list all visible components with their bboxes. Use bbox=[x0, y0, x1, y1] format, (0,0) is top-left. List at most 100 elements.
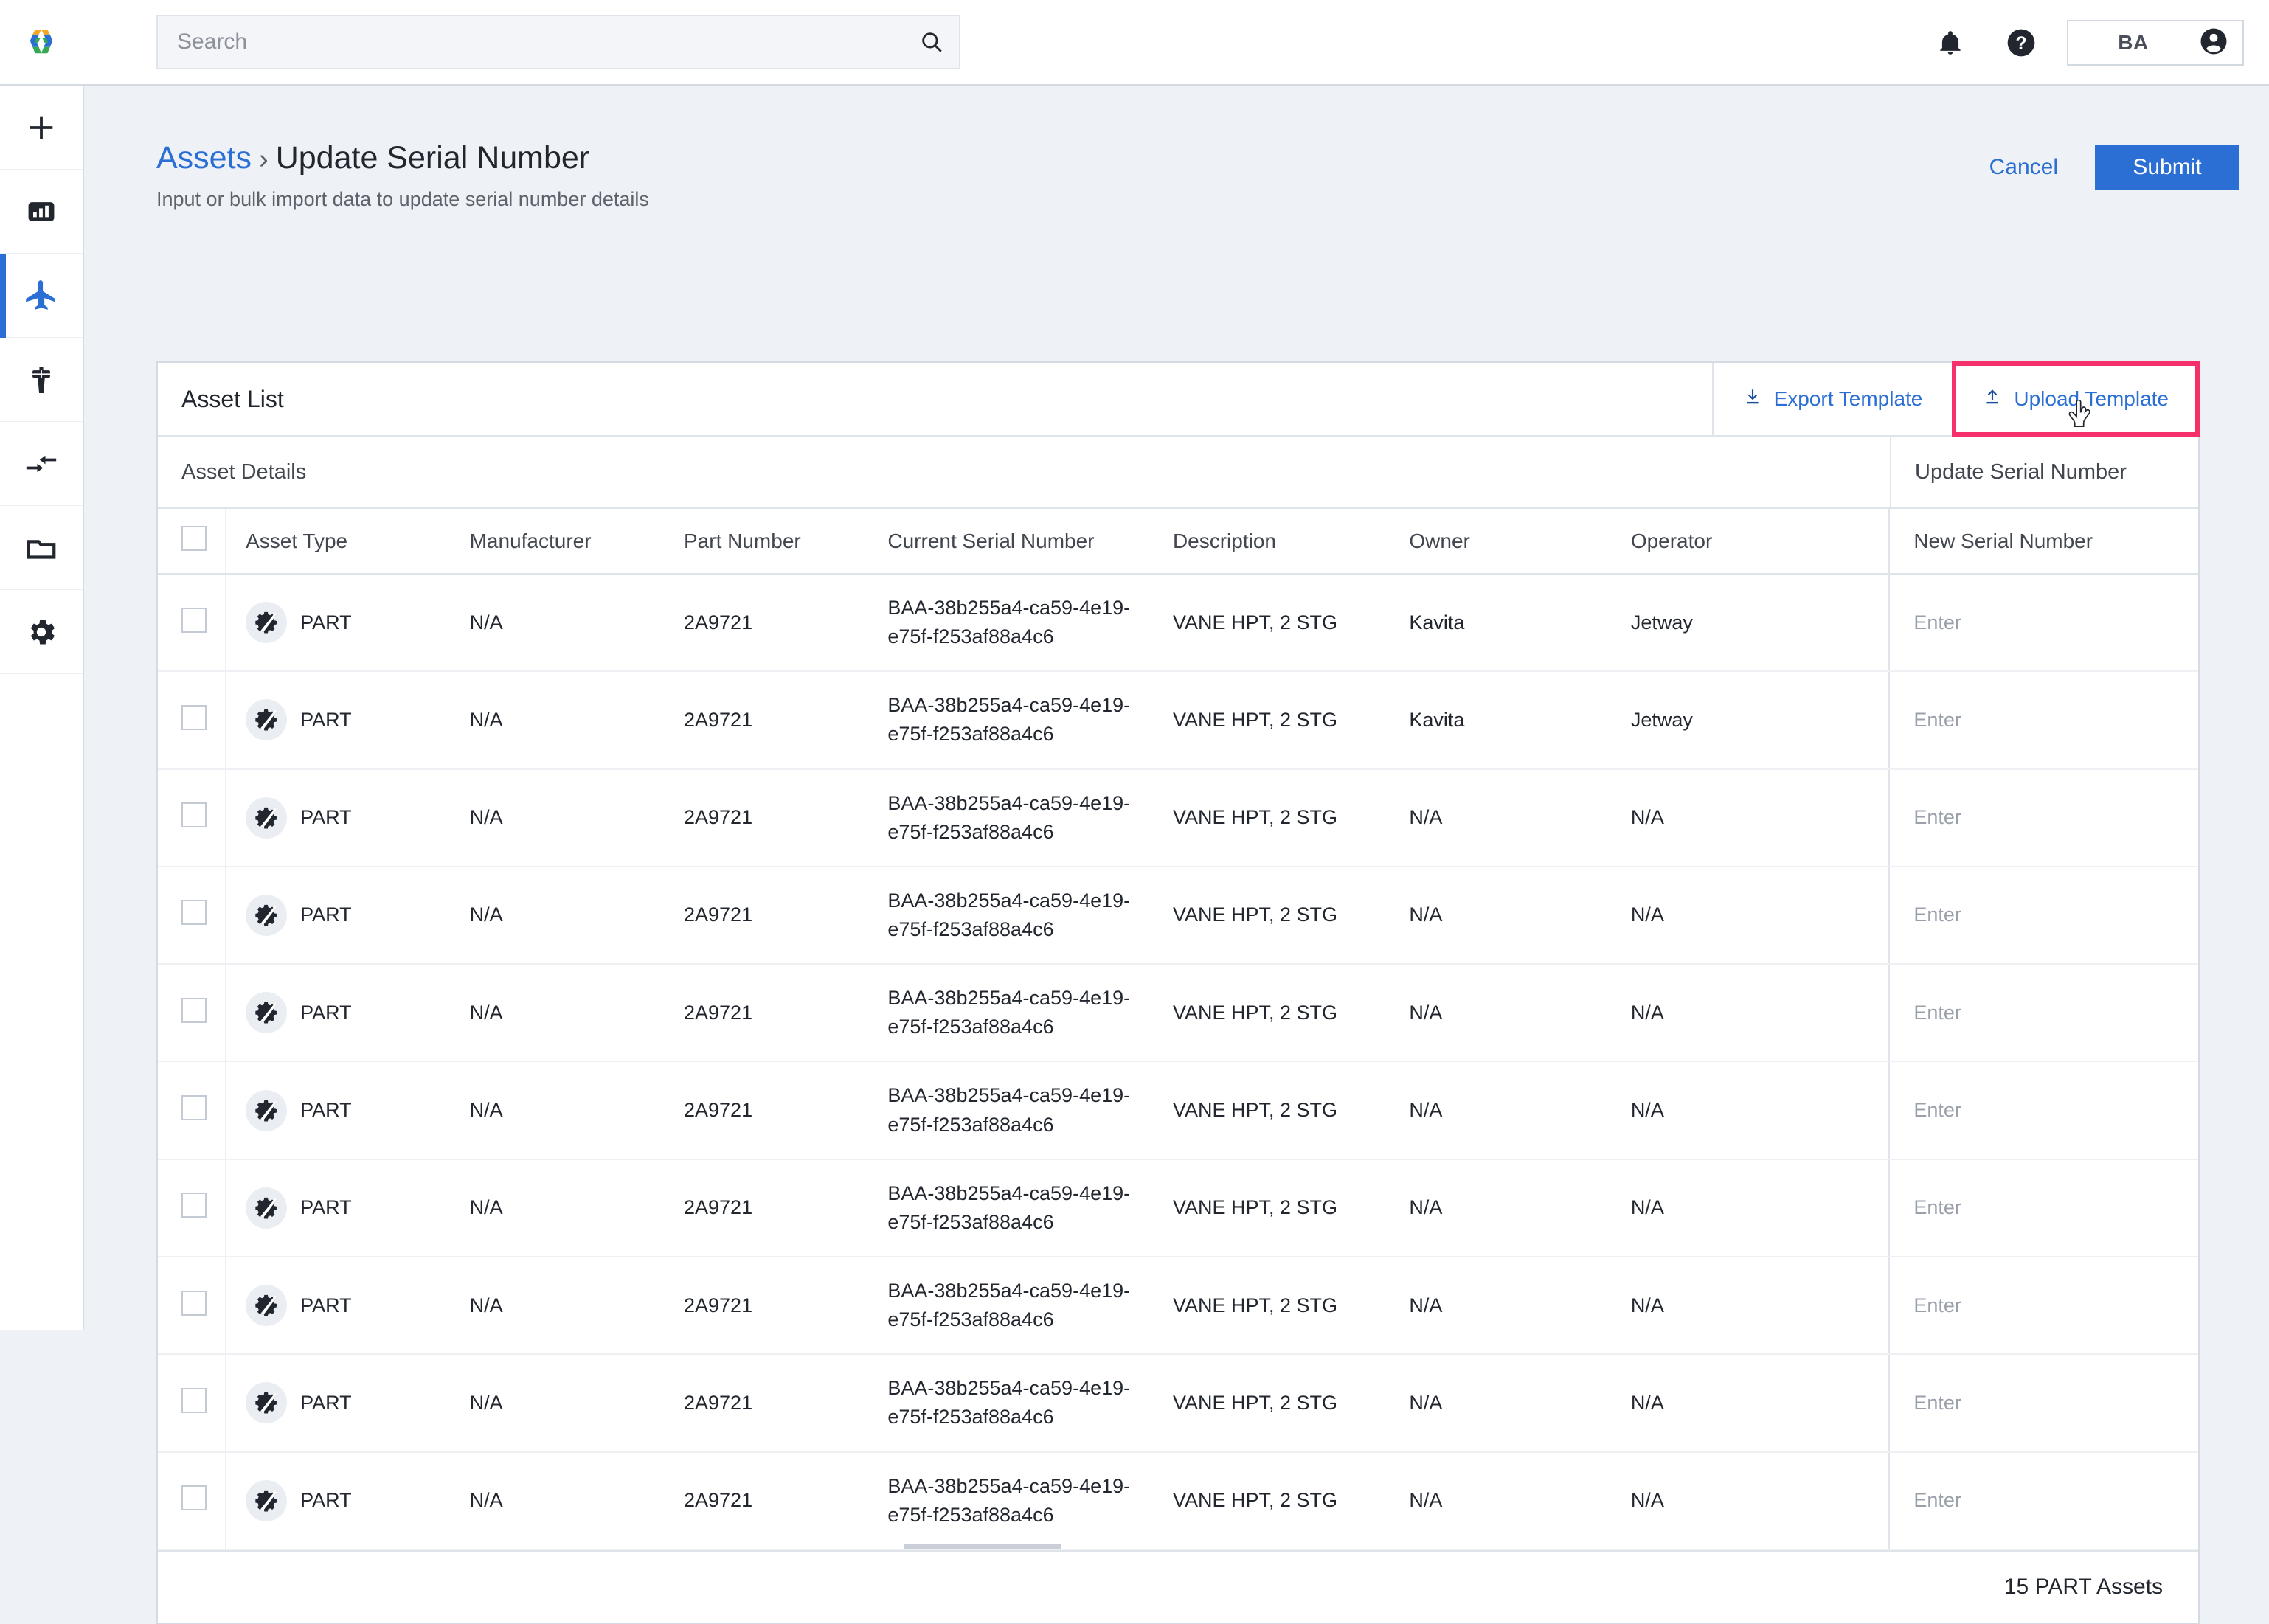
row-checkbox[interactable] bbox=[181, 900, 207, 926]
search-input[interactable] bbox=[158, 16, 904, 68]
cell-operator: N/A bbox=[1630, 1159, 1890, 1257]
new-serial-input[interactable] bbox=[1913, 708, 2198, 732]
cell-description: VANE HPT, 2 STG bbox=[1172, 1061, 1410, 1160]
cell-current-serial: BAA-38b255a4-ca59-4e19-e75f-f253af88a4c6 bbox=[887, 768, 1173, 867]
new-serial-input[interactable] bbox=[1913, 1489, 2198, 1513]
export-template-button[interactable]: Export Template bbox=[1711, 363, 1953, 435]
account-initials: BA bbox=[2118, 31, 2149, 54]
sidebar-item-operations[interactable] bbox=[0, 338, 83, 422]
column-header-operator[interactable]: Operator bbox=[1630, 509, 1890, 575]
cell-new-serial bbox=[1888, 1256, 2198, 1356]
row-select-cell bbox=[158, 964, 227, 1063]
page-title: Update Serial Number bbox=[275, 140, 590, 176]
row-checkbox[interactable] bbox=[181, 997, 207, 1023]
table-row[interactable]: PART N/A 2A9721 BAA-38b255a4-ca59-4e19-e75f… bbox=[158, 574, 2198, 673]
new-serial-input[interactable] bbox=[1913, 806, 2198, 830]
table-row[interactable]: PART N/A 2A9721 BAA-38b255a4-ca59-4e19-e75f… bbox=[158, 866, 2198, 965]
cell-new-serial bbox=[1888, 964, 2198, 1063]
table-row[interactable]: PART N/A 2A9721 BAA-38b255a4-ca59-4e19-e75f… bbox=[158, 1256, 2198, 1356]
table-row[interactable]: PART N/A 2A9721 BAA-38b255a4-ca59-4e19-e75f… bbox=[158, 1159, 2198, 1257]
part-gear-icon bbox=[246, 602, 288, 644]
row-checkbox[interactable] bbox=[181, 1193, 207, 1218]
table-row[interactable]: PART N/A 2A9721 BAA-38b255a4-ca59-4e19-e75f… bbox=[158, 1451, 2198, 1550]
cell-new-serial bbox=[1888, 768, 2198, 867]
row-checkbox[interactable] bbox=[181, 802, 207, 828]
column-header-asset-type[interactable]: Asset Type bbox=[226, 509, 470, 575]
column-header-current-serial[interactable]: Current Serial Number bbox=[887, 509, 1173, 575]
new-serial-input[interactable] bbox=[1913, 1099, 2198, 1122]
cell-part-number: 2A9721 bbox=[684, 1159, 888, 1257]
row-checkbox[interactable] bbox=[181, 1485, 207, 1511]
sidebar-item-transfers[interactable] bbox=[0, 422, 83, 506]
account-circle-icon bbox=[2198, 26, 2229, 60]
folder-icon bbox=[27, 539, 56, 559]
asset-list-card: Asset List Export Template Upload Templa… bbox=[156, 361, 2200, 1624]
asset-type-label: PART bbox=[300, 611, 352, 634]
card-footer: 15 PART Assets bbox=[158, 1550, 2198, 1623]
cell-owner: N/A bbox=[1409, 866, 1631, 965]
cell-owner: N/A bbox=[1409, 768, 1631, 867]
table-row[interactable]: PART N/A 2A9721 BAA-38b255a4-ca59-4e19-e75f… bbox=[158, 964, 2198, 1063]
row-checkbox[interactable] bbox=[181, 1387, 207, 1413]
sidebar-item-add[interactable] bbox=[0, 86, 83, 170]
column-header-description[interactable]: Description bbox=[1172, 509, 1410, 575]
column-header-new-serial[interactable]: New Serial Number bbox=[1888, 509, 2198, 575]
notifications-icon[interactable] bbox=[1915, 0, 1986, 86]
table-row[interactable]: PART N/A 2A9721 BAA-38b255a4-ca59-4e19-e75f… bbox=[158, 671, 2198, 770]
cell-current-serial: BAA-38b255a4-ca59-4e19-e75f-f253af88a4c6 bbox=[887, 1256, 1173, 1356]
table-row[interactable]: PART N/A 2A9721 BAA-38b255a4-ca59-4e19-e75f… bbox=[158, 1354, 2198, 1453]
cell-current-serial: BAA-38b255a4-ca59-4e19-e75f-f253af88a4c6 bbox=[887, 964, 1173, 1063]
new-serial-input[interactable] bbox=[1913, 1391, 2198, 1415]
row-select-cell bbox=[158, 1256, 227, 1356]
cell-new-serial bbox=[1888, 1451, 2198, 1550]
app-logo[interactable] bbox=[0, 0, 83, 85]
row-checkbox[interactable] bbox=[181, 607, 207, 633]
new-serial-input[interactable] bbox=[1913, 611, 2198, 634]
cell-current-serial: BAA-38b255a4-ca59-4e19-e75f-f253af88a4c6 bbox=[887, 1159, 1173, 1257]
row-checkbox[interactable] bbox=[181, 1290, 207, 1316]
row-checkbox[interactable] bbox=[181, 1095, 207, 1121]
cell-description: VANE HPT, 2 STG bbox=[1172, 574, 1410, 673]
table-row[interactable]: PART N/A 2A9721 BAA-38b255a4-ca59-4e19-e75f… bbox=[158, 768, 2198, 867]
current-serial-value: BAA-38b255a4-ca59-4e19-e75f-f253af88a4c6 bbox=[887, 791, 1131, 843]
sidebar-item-assets[interactable] bbox=[0, 254, 83, 338]
cell-operator: N/A bbox=[1630, 1451, 1890, 1550]
search-icon[interactable] bbox=[904, 15, 959, 69]
column-header-part-number[interactable]: Part Number bbox=[684, 509, 888, 575]
cancel-button[interactable]: Cancel bbox=[1979, 148, 2068, 187]
help-icon[interactable]: ? bbox=[1986, 0, 2057, 86]
cell-owner: N/A bbox=[1409, 1451, 1631, 1550]
new-serial-input[interactable] bbox=[1913, 1196, 2198, 1220]
cell-current-serial: BAA-38b255a4-ca59-4e19-e75f-f253af88a4c6 bbox=[887, 1061, 1173, 1160]
sidebar-item-settings[interactable] bbox=[0, 590, 83, 674]
cell-current-serial: BAA-38b255a4-ca59-4e19-e75f-f253af88a4c6 bbox=[887, 671, 1173, 770]
new-serial-input[interactable] bbox=[1913, 1294, 2198, 1317]
new-serial-input[interactable] bbox=[1913, 1001, 2198, 1024]
cell-operator: N/A bbox=[1630, 768, 1890, 867]
submit-button[interactable]: Submit bbox=[2095, 145, 2239, 190]
asset-type-label: PART bbox=[300, 806, 352, 829]
select-all-checkbox[interactable] bbox=[181, 526, 207, 551]
sidebar-item-documents[interactable] bbox=[0, 506, 83, 590]
cell-operator: N/A bbox=[1630, 964, 1890, 1063]
cell-asset-type: PART bbox=[226, 1061, 470, 1160]
breadcrumb-link-assets[interactable]: Assets bbox=[156, 140, 252, 176]
column-header-owner[interactable]: Owner bbox=[1409, 509, 1631, 575]
plus-icon bbox=[30, 116, 53, 139]
column-header-manufacturer[interactable]: Manufacturer bbox=[469, 509, 684, 575]
global-search[interactable] bbox=[156, 15, 960, 69]
cell-current-serial: BAA-38b255a4-ca59-4e19-e75f-f253af88a4c6 bbox=[887, 574, 1173, 673]
table-header-row: Asset Type Manufacturer Part Number Curr… bbox=[158, 509, 2198, 575]
cell-description: VANE HPT, 2 STG bbox=[1172, 768, 1410, 867]
new-serial-input[interactable] bbox=[1913, 903, 2198, 927]
page-subtitle: Input or bulk import data to update seri… bbox=[156, 188, 649, 211]
upload-template-button[interactable]: Upload Template bbox=[1952, 361, 2200, 437]
upload-icon bbox=[1983, 386, 2002, 412]
sidebar-item-dashboard[interactable] bbox=[0, 170, 83, 254]
row-checkbox[interactable] bbox=[181, 704, 207, 730]
cell-current-serial: BAA-38b255a4-ca59-4e19-e75f-f253af88a4c6 bbox=[887, 1354, 1173, 1453]
horizontal-scrollbar[interactable] bbox=[904, 1544, 1061, 1549]
part-gear-icon bbox=[246, 1187, 288, 1229]
account-menu[interactable]: BA bbox=[2067, 20, 2244, 66]
table-row[interactable]: PART N/A 2A9721 BAA-38b255a4-ca59-4e19-e75f… bbox=[158, 1061, 2198, 1160]
